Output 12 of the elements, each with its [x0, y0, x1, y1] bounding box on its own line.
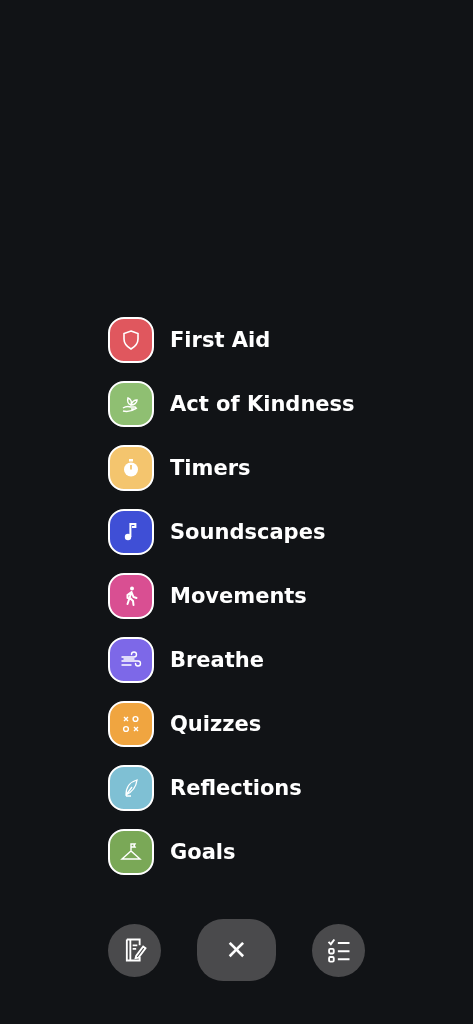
- menu-item[interactable]: Movements: [108, 573, 473, 619]
- journal-button[interactable]: [108, 923, 161, 977]
- menu-item[interactable]: First Aid: [108, 317, 473, 363]
- menu-item[interactable]: Quizzes: [108, 701, 473, 747]
- menu-item[interactable]: Soundscapes: [108, 509, 473, 555]
- close-button[interactable]: ✕: [197, 919, 276, 981]
- checklist-button[interactable]: [312, 923, 365, 977]
- menu-item[interactable]: Goals: [108, 829, 473, 875]
- menu-item[interactable]: Reflections: [108, 765, 473, 811]
- menu-item[interactable]: Timers: [108, 445, 473, 491]
- menu-item[interactable]: Breathe: [108, 637, 473, 683]
- menu-item[interactable]: Act of Kindness: [108, 381, 473, 427]
